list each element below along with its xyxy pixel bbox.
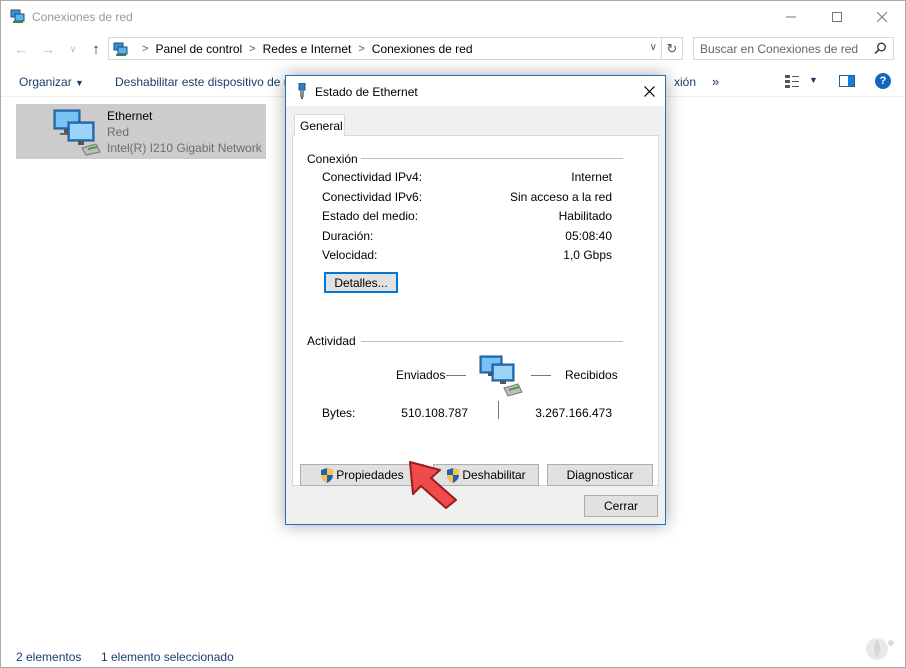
close-window-button[interactable] (859, 1, 905, 32)
conexion-divider (361, 158, 623, 159)
view-options-chevron-icon[interactable]: ▼ (809, 75, 818, 85)
status-bar: 2 elementos 1 elemento seleccionado (1, 643, 905, 667)
refresh-button[interactable]: ↻ (662, 37, 683, 60)
breadcrumb-separator-icon[interactable]: > (358, 43, 364, 55)
up-arrow-icon[interactable]: ↑ (87, 40, 105, 58)
close-icon (877, 11, 887, 22)
command-partial-label[interactable]: xión (674, 75, 696, 89)
breadcrumb: > Panel de control > Redes e Internet > … (135, 42, 473, 56)
bytes-sent-value: 510.108.787 (401, 406, 468, 420)
deshabilitar-dispositivo-button[interactable]: Deshabilitar este dispositivo de red (115, 75, 301, 89)
recibidos-label: Recibidos (565, 368, 618, 382)
actividad-group-title: Actividad (307, 334, 356, 348)
forward-arrow-icon[interactable]: → (39, 40, 57, 58)
enviados-label: Enviados (396, 368, 446, 382)
estado-ethernet-dialog: Estado de Ethernet General Conexión Cone… (285, 75, 666, 525)
recent-locations-chevron-icon[interactable]: ∨ (64, 40, 82, 58)
uac-shield-icon (321, 467, 334, 483)
back-arrow-icon[interactable]: ← (12, 40, 30, 58)
breadcrumb-redes-e-internet[interactable]: Redes e Internet (263, 42, 352, 56)
sent-line (446, 375, 466, 376)
actividad-divider (361, 341, 623, 342)
network-activity-icon (479, 355, 523, 397)
speed-label: Velocidad: (322, 248, 378, 262)
breadcrumb-separator-icon[interactable]: > (142, 43, 148, 55)
breadcrumb-conexiones-de-red[interactable]: Conexiones de red (372, 42, 473, 56)
ipv6-label: Conectividad IPv6: (322, 190, 423, 204)
minimize-icon (786, 16, 796, 17)
bytes-divider (498, 401, 499, 419)
speed-value: 1,0 Gbps (563, 248, 612, 262)
media-state-label: Estado del medio: (322, 209, 419, 223)
search-icon[interactable] (874, 42, 887, 55)
watermark-logo-icon (866, 638, 894, 660)
control-panel-icon (113, 42, 128, 56)
tab-general[interactable]: General (294, 114, 345, 136)
preview-pane-icon[interactable] (839, 73, 855, 89)
duration-label: Duración: (322, 229, 374, 243)
list-item-ethernet[interactable]: Ethernet Red Intel(R) I210 Gigabit Netwo… (16, 104, 266, 159)
propiedades-label: Propiedades (336, 468, 404, 482)
organizar-menu[interactable]: Organizar ▼ (19, 75, 84, 89)
window-title: Conexiones de red (32, 10, 133, 24)
help-icon[interactable]: ? (875, 73, 891, 89)
network-adapter-icon (53, 109, 101, 156)
ipv6-value: Sin acceso a la red (509, 190, 612, 204)
maximize-button[interactable] (814, 1, 860, 32)
minimize-button[interactable] (768, 1, 814, 32)
diagnosticar-button[interactable]: Diagnosticar (547, 464, 653, 486)
item-network: Red (107, 125, 130, 139)
organizar-label: Organizar (19, 75, 72, 89)
change-view-icon[interactable] (784, 73, 800, 89)
item-name: Ethernet (107, 109, 153, 123)
bytes-label: Bytes: (322, 406, 356, 420)
item-count: 2 elementos (16, 650, 82, 664)
selection-count: 1 elemento seleccionado (101, 650, 234, 664)
address-bar[interactable]: > Panel de control > Redes e Internet > … (108, 37, 662, 60)
dialog-title-bar: Estado de Ethernet (286, 76, 665, 106)
maximize-icon (832, 11, 842, 22)
dialog-close-button[interactable] (633, 76, 665, 106)
received-line (531, 375, 551, 376)
general-tab-panel: Conexión Conectividad IPv4: Internet Con… (292, 135, 659, 486)
close-icon (643, 85, 655, 97)
duration-value: 05:08:40 (565, 229, 612, 243)
title-bar: Conexiones de red (1, 1, 905, 32)
deshabilitar-label: Deshabilitar (462, 468, 526, 482)
address-dropdown-chevron-icon[interactable]: ∨ (650, 42, 657, 53)
ipv4-value: Internet (571, 170, 612, 184)
cerrar-button[interactable]: Cerrar (584, 495, 658, 517)
dialog-title: Estado de Ethernet (315, 85, 418, 99)
pointer-arrow-icon (409, 461, 457, 509)
refresh-icon: ↻ (666, 40, 678, 56)
media-state-value: Habilitado (558, 209, 612, 223)
ipv4-label: Conectividad IPv4: (322, 170, 423, 184)
chevron-down-icon: ▼ (75, 78, 84, 88)
ethernet-plug-icon (298, 83, 306, 99)
breadcrumb-separator-icon[interactable]: > (249, 43, 255, 55)
more-commands-button[interactable]: » (712, 74, 719, 89)
search-input[interactable] (700, 42, 870, 56)
address-row: ← → ∨ ↑ > Panel de control > Redes e Int… (1, 34, 905, 64)
search-box[interactable] (693, 37, 894, 60)
conexion-group-title: Conexión (307, 152, 358, 166)
breadcrumb-panel-de-control[interactable]: Panel de control (155, 42, 242, 56)
detalles-button[interactable]: Detalles... (324, 272, 398, 293)
bytes-received-value: 3.267.166.473 (535, 406, 612, 420)
network-connections-icon (10, 9, 25, 23)
item-adapter: Intel(R) I210 Gigabit Network Connection (107, 141, 264, 155)
